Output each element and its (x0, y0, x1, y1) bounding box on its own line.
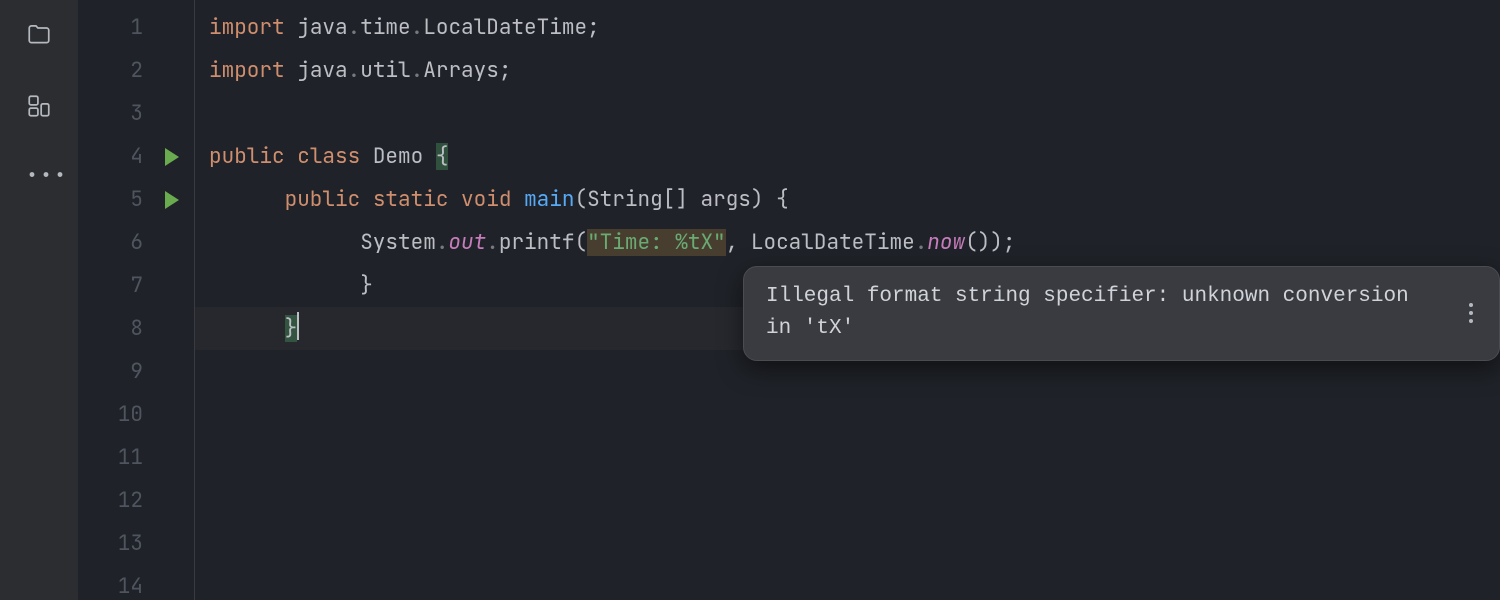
code-token: util (360, 57, 410, 84)
inspection-tooltip-text: Illegal format string specifier: unknown… (766, 281, 1441, 344)
code-token: public (209, 143, 285, 170)
tooltip-more-actions-icon[interactable] (1465, 299, 1477, 327)
code-token: import (209, 57, 285, 84)
code-token: public (285, 186, 361, 213)
code-token: LocalDateTime (423, 14, 587, 41)
code-token: . (411, 57, 424, 84)
code-token: . (348, 14, 361, 41)
left-tool-window-bar: ••• (0, 0, 78, 600)
code-token: . (411, 14, 424, 41)
code-token: , (726, 229, 751, 256)
code-token (511, 186, 524, 213)
code-token: [] (663, 186, 701, 213)
code-token: args (701, 186, 751, 213)
inspection-tooltip[interactable]: Illegal format string specifier: unknown… (743, 266, 1500, 361)
code-token: . (436, 229, 449, 256)
gutter-line-number[interactable]: 12 (78, 479, 193, 522)
code-token: LocalDateTime (751, 229, 915, 256)
code-token: ; (499, 57, 512, 84)
gutter-line-number[interactable]: 9 (78, 350, 193, 393)
code-token: ( (574, 229, 587, 256)
code-token: java (297, 14, 347, 41)
code-token (360, 186, 373, 213)
gutter-line-number[interactable]: 1 (78, 6, 193, 49)
more-tools-icon[interactable]: ••• (23, 162, 55, 194)
gutter-line-number[interactable]: 13 (78, 522, 193, 565)
code-token: import (209, 14, 285, 41)
code-token: . (915, 229, 928, 256)
code-line[interactable]: public class Demo { (195, 135, 1500, 178)
editor: 1234567891011121314 import java.time.Loc… (78, 0, 1500, 600)
code-line[interactable] (195, 393, 1500, 436)
gutter-line-number[interactable]: 6 (78, 221, 193, 264)
gutter-line-number[interactable]: 3 (78, 92, 193, 135)
code-token: ()); (965, 229, 1015, 256)
gutter-line-number[interactable]: 14 (78, 565, 193, 600)
code-token (360, 143, 373, 170)
code-token: main (524, 186, 574, 213)
code-token (285, 14, 298, 41)
code-token: } (360, 272, 373, 299)
code-line[interactable] (195, 92, 1500, 135)
code-token: out (448, 229, 486, 256)
gutter-line-number[interactable]: 7 (78, 264, 193, 307)
code-line[interactable]: import java.time.LocalDateTime; (195, 6, 1500, 49)
gutter-line-number[interactable]: 8 (78, 307, 193, 350)
code-line[interactable] (195, 479, 1500, 522)
code-token (285, 57, 298, 84)
code-token: . (486, 229, 499, 256)
code-token: } (285, 315, 298, 342)
gutter[interactable]: 1234567891011121314 (78, 0, 194, 600)
gutter-line-number[interactable]: 5 (78, 178, 193, 221)
code-line[interactable] (195, 522, 1500, 565)
code-token: Demo (373, 143, 423, 170)
code-token: { (436, 143, 449, 170)
code-token: "Time: %tX" (587, 229, 726, 256)
code-token: . (348, 57, 361, 84)
code-token: static (373, 186, 449, 213)
code-line[interactable]: import java.util.Arrays; (195, 49, 1500, 92)
code-line[interactable]: public static void main(String[] args) { (195, 178, 1500, 221)
code-token: System (360, 229, 436, 256)
structure-tool-icon[interactable] (23, 90, 55, 122)
code-token: class (297, 143, 360, 170)
gutter-line-number[interactable]: 4 (78, 135, 193, 178)
gutter-line-number[interactable]: 2 (78, 49, 193, 92)
code-token (448, 186, 461, 213)
caret (297, 312, 299, 340)
code-token: java (297, 57, 347, 84)
code-token: String (587, 186, 663, 213)
code-line[interactable]: System.out.printf("Time: %tX", LocalDate… (195, 221, 1500, 264)
gutter-line-number[interactable]: 10 (78, 393, 193, 436)
project-tool-icon[interactable] (23, 18, 55, 50)
code-line[interactable] (195, 565, 1500, 600)
code-token (285, 143, 298, 170)
code-token: Arrays (423, 57, 499, 84)
code-token (423, 143, 436, 170)
code-token: time (360, 14, 410, 41)
code-token: void (461, 186, 511, 213)
gutter-line-number[interactable]: 11 (78, 436, 193, 479)
code-token: ; (587, 14, 600, 41)
code-line[interactable] (195, 436, 1500, 479)
code-token: ( (574, 186, 587, 213)
code-token: ) { (751, 186, 789, 213)
code-token: now (927, 229, 965, 256)
code-token: printf (499, 229, 575, 256)
